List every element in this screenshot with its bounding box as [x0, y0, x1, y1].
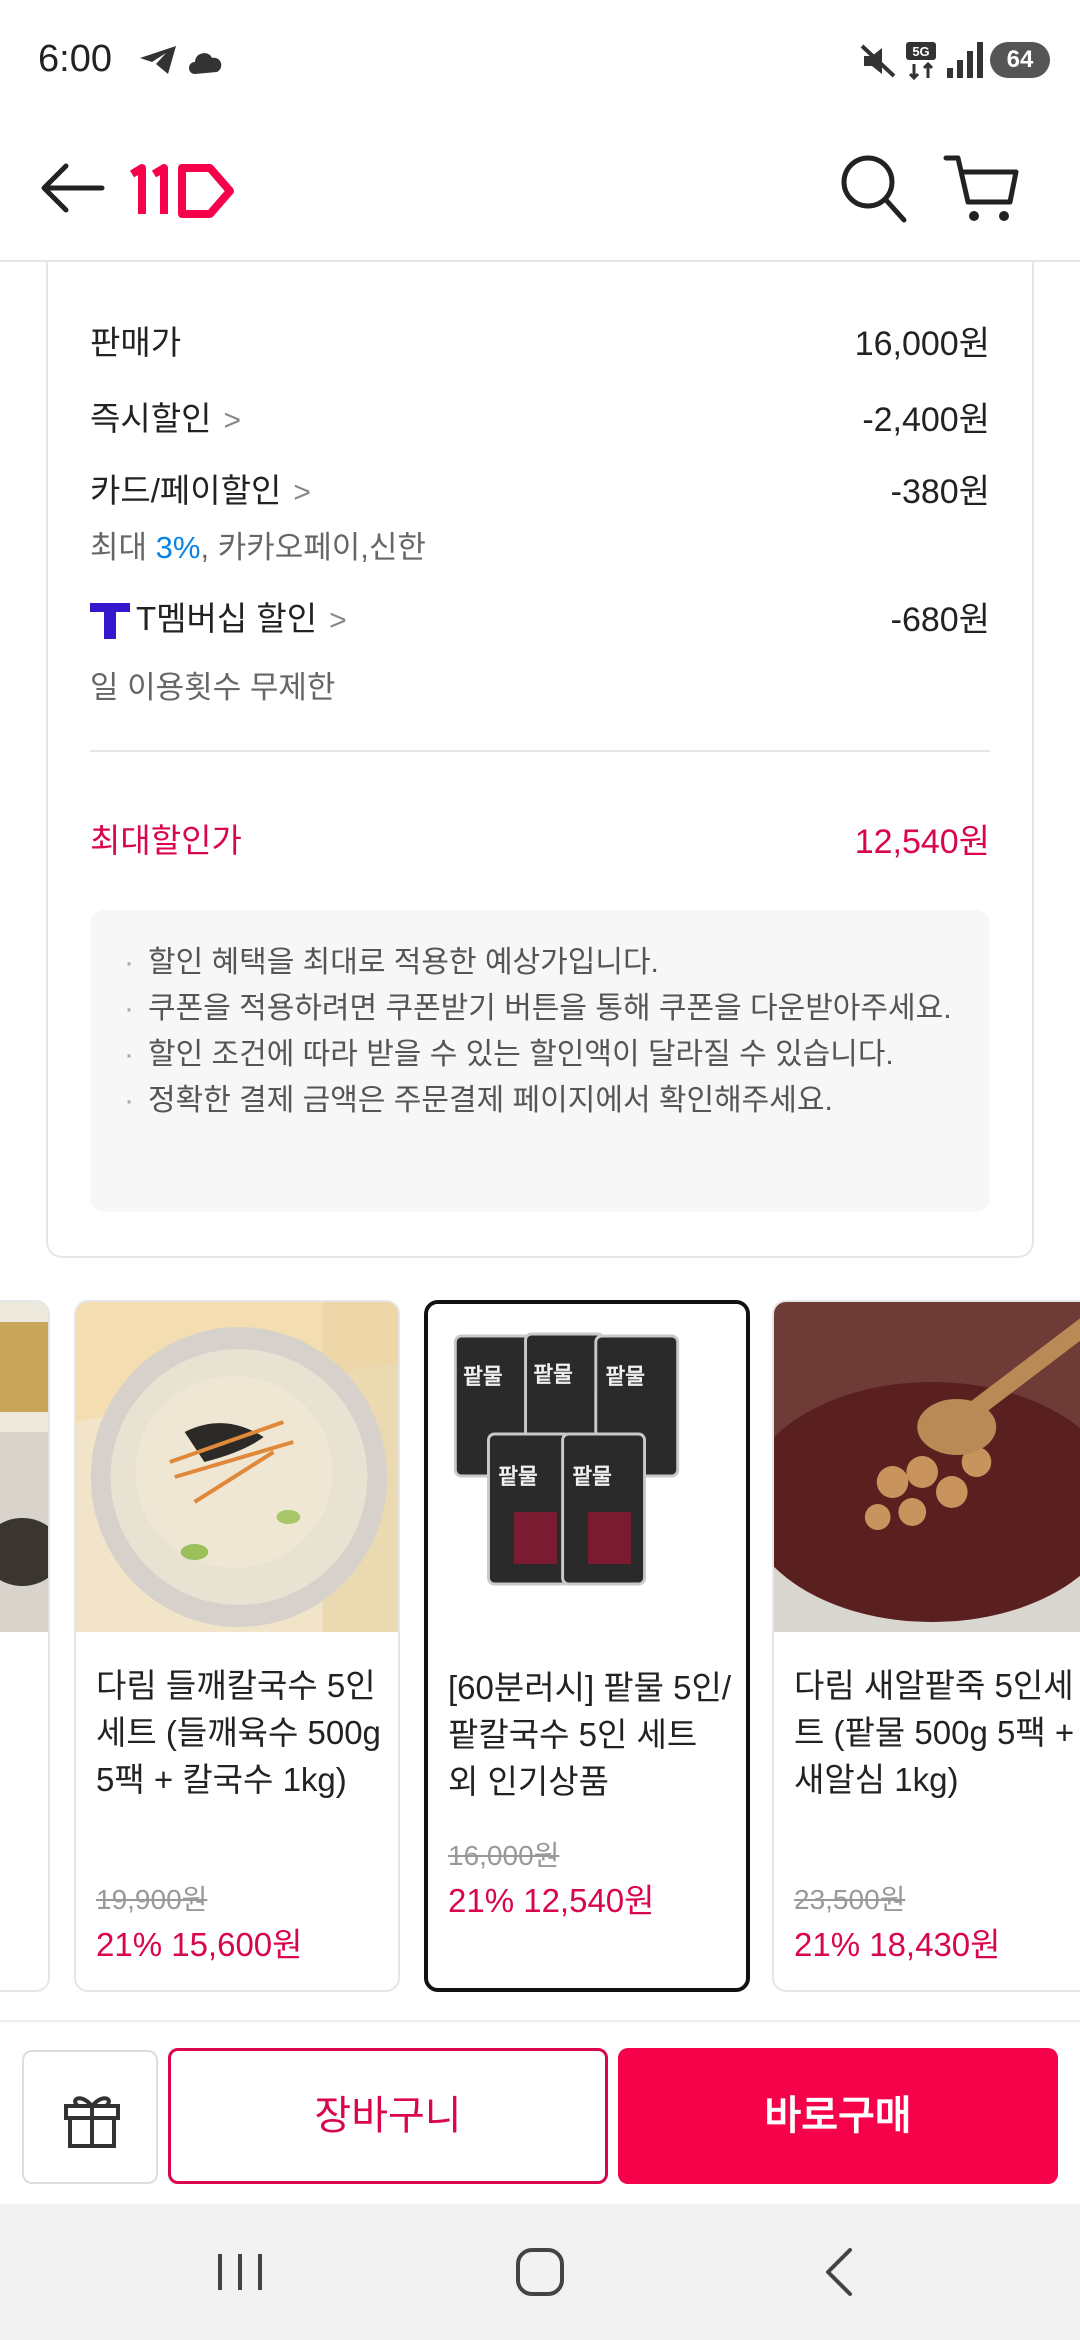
t-membership-icon [90, 603, 130, 640]
chevron-right-icon: > [223, 404, 241, 437]
card-discount-value: -380원 [890, 473, 990, 511]
buy-now-button[interactable]: 바로구매 [618, 2048, 1058, 2184]
product-name: 다림 새알팥죽 5인세트 (팥물 500g 5팩 + 새알심 1kg) [794, 1667, 1075, 1798]
back-arrow-icon[interactable] [38, 158, 106, 218]
cloud-icon [189, 53, 222, 74]
product-image: 팥물 팥물 팥물 팥물 팥물 [428, 1304, 746, 1634]
recent-apps-icon[interactable] [200, 2240, 280, 2304]
svg-text:5G: 5G [912, 44, 929, 59]
product-image [774, 1302, 1080, 1632]
product-original-price: 16,000원 [448, 1840, 560, 1871]
system-nav-bar [0, 2204, 1080, 2340]
max-discount-label: 최대할인가 [90, 822, 242, 859]
back-icon[interactable] [800, 2240, 880, 2304]
app-header [0, 120, 1080, 262]
chevron-right-icon: > [293, 476, 311, 509]
add-to-cart-button[interactable]: 장바구니 [168, 2048, 608, 2184]
status-bar: 6:00 5G 64 [0, 0, 1080, 120]
membership-discount-detail: 일 이용횟수 무제한 [90, 670, 336, 705]
product-carousel[interactable]: 다림 들깨칼국수 5인세트 (들깨육수 500g 5팩 + 칼국수 1kg) 1… [0, 1300, 1080, 2000]
package-label: 팥물 [572, 1465, 611, 1490]
sale-price-value: 16,000원 [854, 325, 990, 363]
gift-button[interactable] [22, 2050, 158, 2184]
product-name: [60분러시] 팥물 5인/팥칼국수 5인 세트 외 인기상품 [448, 1669, 732, 1800]
status-time: 6:00 [38, 38, 112, 80]
mute-icon [860, 44, 896, 78]
gift-icon [64, 2096, 120, 2148]
package-label: 팥물 [606, 1365, 645, 1390]
sale-price-label: 판매가 [90, 324, 182, 361]
product-card[interactable]: 다림 새알팥죽 5인세트 (팥물 500g 5팩 + 새알심 1kg) 23,5… [772, 1300, 1080, 1992]
product-original-price: 23,500원 [794, 1884, 906, 1915]
signal-icon [947, 42, 983, 78]
product-sale-price: 21% 12,540원 [448, 1882, 655, 1919]
membership-discount-link[interactable]: T멤버십 할인 > [90, 592, 347, 640]
5g-icon: 5G [906, 42, 936, 80]
card-discount-label: 카드/페이할인 [90, 472, 282, 509]
product-sale-price: 21% 15,600원 [96, 1926, 303, 1963]
card-discount-link[interactable]: 카드/페이할인 > [90, 464, 311, 512]
product-name: 다림 들깨칼국수 5인세트 (들깨육수 500g 5팩 + 칼국수 1kg) [96, 1667, 381, 1798]
home-icon[interactable] [500, 2240, 580, 2304]
instant-discount-link[interactable]: 즉시할인 > [90, 392, 241, 440]
membership-discount-value: -680원 [890, 601, 990, 639]
logo-11st[interactable] [126, 160, 236, 220]
search-icon[interactable] [838, 150, 908, 226]
max-discount-value: 12,540원 [854, 823, 990, 861]
product-image [0, 1302, 48, 1632]
product-image [76, 1302, 398, 1632]
chevron-right-icon: > [329, 604, 347, 637]
discount-notice-box: 할인 혜택을 최대로 적용한 예상가입니다. 쿠폰을 적용하려면 쿠폰받기 버튼… [90, 910, 990, 1212]
price-breakdown-panel: 판매가 16,000원 즉시할인 > -2,400원 카드/페이할인 > -380원… [46, 262, 1034, 1258]
product-original-price: 19,900원 [96, 1884, 208, 1915]
instant-discount-label: 즉시할인 [90, 400, 212, 437]
notice-item: 쿠폰을 적용하려면 쿠폰받기 버튼을 통해 쿠폰을 다운받아주세요. [120, 986, 960, 1032]
product-card-selected[interactable]: 팥물 팥물 팥물 팥물 팥물 [60분러시] 팥물 5인/팥칼국수 5인 세트 … [424, 1300, 750, 1992]
notice-item: 할인 혜택을 최대로 적용한 예상가입니다. [120, 940, 960, 986]
product-card-partial[interactable] [0, 1300, 50, 1992]
card-discount-detail-suffix: , 카카오페이,신한 [200, 530, 426, 565]
package-label: 팥물 [463, 1365, 502, 1390]
card-discount-detail-prefix: 최대 [90, 530, 156, 565]
instant-discount-value: -2,400원 [862, 401, 990, 439]
package-label: 팥물 [533, 1363, 572, 1388]
membership-discount-label: T멤버십 할인 [136, 600, 318, 637]
card-discount-percent: 3% [155, 530, 201, 565]
purchase-action-bar: 장바구니 바로구매 [0, 2020, 1080, 2202]
notice-item: 정확한 결제 금액은 주문결제 페이지에서 확인해주세요. [120, 1078, 960, 1124]
divider [90, 750, 990, 752]
package-label: 팥물 [498, 1465, 537, 1490]
product-sale-price: 21% 18,430원 [794, 1926, 1001, 1963]
telegram-icon [140, 46, 176, 74]
battery-icon: 64 [990, 42, 1050, 78]
notice-item: 할인 조건에 따라 받을 수 있는 할인액이 달라질 수 있습니다. [120, 1032, 960, 1078]
product-card[interactable]: 다림 들깨칼국수 5인세트 (들깨육수 500g 5팩 + 칼국수 1kg) 1… [74, 1300, 400, 1992]
cart-icon[interactable] [942, 150, 1020, 226]
card-discount-detail: 최대 3%, 카카오페이,신한 [90, 522, 426, 567]
